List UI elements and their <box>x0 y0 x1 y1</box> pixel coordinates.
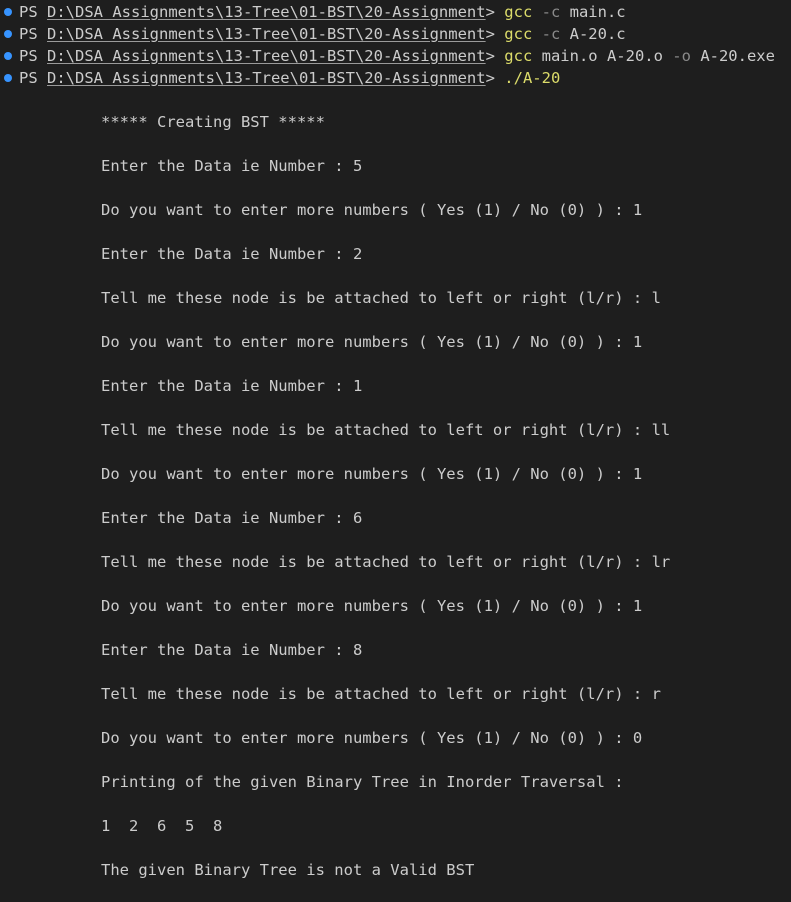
prompt-prefix: PS <box>19 3 47 21</box>
prompt-path-link[interactable]: D:\DSA Assignments\13-Tree\01-BST\20-Ass… <box>47 47 486 65</box>
command-flag: -c <box>541 25 561 43</box>
output-line: Enter the Data ie Number : 8 <box>101 641 363 659</box>
prompt-suffix: > <box>485 69 505 87</box>
output-line: Printing of the given Binary Tree in Ino… <box>101 773 624 791</box>
output-line: Do you want to enter more numbers ( Yes … <box>101 333 643 351</box>
prompt-suffix: > <box>485 25 505 43</box>
command-args: main.o A-20.o <box>541 47 663 65</box>
output-line: 1 2 6 5 8 <box>101 817 223 835</box>
prompt-prefix: PS <box>19 25 47 43</box>
command-flag: -o <box>672 47 691 65</box>
command-flag: -c <box>541 3 561 21</box>
prompt-path-link[interactable]: D:\DSA Assignments\13-Tree\01-BST\20-Ass… <box>47 69 486 87</box>
command-program: gcc <box>504 47 533 65</box>
prompt: PS D:\DSA Assignments\13-Tree\01-BST\20-… <box>19 23 626 45</box>
prompt: PS D:\DSA Assignments\13-Tree\01-BST\20-… <box>19 1 626 23</box>
command-line: PS D:\DSA Assignments\13-Tree\01-BST\20-… <box>0 67 560 89</box>
output-line: The given Binary Tree is not a Valid BST <box>101 861 475 879</box>
output-line: Tell me these node is be attached to lef… <box>101 685 661 703</box>
command-program: ./A-20 <box>504 69 561 87</box>
output-line: Do you want to enter more numbers ( Yes … <box>101 597 643 615</box>
prompt-prefix: PS <box>19 47 47 65</box>
prompt-suffix: > <box>485 47 505 65</box>
output-line: Do you want to enter more numbers ( Yes … <box>101 465 643 483</box>
output-line: Enter the Data ie Number : 6 <box>101 509 363 527</box>
output-line: Enter the Data ie Number : 1 <box>101 377 363 395</box>
prompt-path-link[interactable]: D:\DSA Assignments\13-Tree\01-BST\20-Ass… <box>47 3 486 21</box>
output-line: Enter the Data ie Number : 5 <box>101 157 363 175</box>
output-line: Tell me these node is be attached to lef… <box>101 289 661 307</box>
command-decoration-icon[interactable] <box>4 74 12 82</box>
command-decoration-icon[interactable] <box>4 30 12 38</box>
command-args: A-20.c <box>569 25 626 43</box>
command-program: gcc <box>504 3 533 21</box>
command-line: PS D:\DSA Assignments\13-Tree\01-BST\20-… <box>0 45 775 67</box>
output-line: Tell me these node is be attached to lef… <box>101 553 671 571</box>
output-line: ***** Creating BST ***** <box>101 113 325 131</box>
command-output-file: A-20.exe <box>700 47 775 65</box>
prompt-suffix: > <box>485 3 505 21</box>
output-line: Enter the Data ie Number : 2 <box>101 245 363 263</box>
command-program: gcc <box>504 25 533 43</box>
command-args: main.c <box>569 3 626 21</box>
prompt-prefix: PS <box>19 69 47 87</box>
command-line: PS D:\DSA Assignments\13-Tree\01-BST\20-… <box>0 23 626 45</box>
command-decoration-icon[interactable] <box>4 8 12 16</box>
prompt: PS D:\DSA Assignments\13-Tree\01-BST\20-… <box>19 45 775 67</box>
command-line: PS D:\DSA Assignments\13-Tree\01-BST\20-… <box>0 1 626 23</box>
output-line: Do you want to enter more numbers ( Yes … <box>101 729 643 747</box>
prompt-path-link[interactable]: D:\DSA Assignments\13-Tree\01-BST\20-Ass… <box>47 25 486 43</box>
output-line: Tell me these node is be attached to lef… <box>101 421 671 439</box>
terminal-panel[interactable]: PS D:\DSA Assignments\13-Tree\01-BST\20-… <box>0 0 791 902</box>
prompt: PS D:\DSA Assignments\13-Tree\01-BST\20-… <box>19 67 560 89</box>
output-line: Do you want to enter more numbers ( Yes … <box>101 201 643 219</box>
command-decoration-icon[interactable] <box>4 52 12 60</box>
